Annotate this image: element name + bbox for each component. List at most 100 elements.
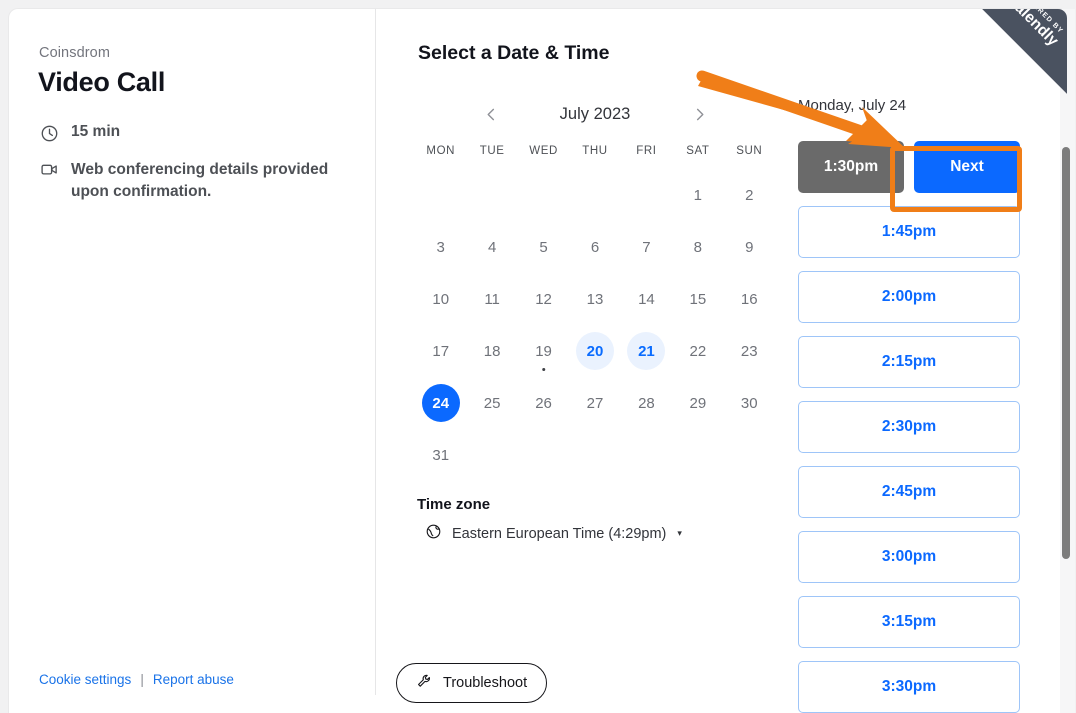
calendar-cell-empty	[518, 429, 569, 481]
time-slot-2-30pm[interactable]: 2:30pm	[798, 401, 1020, 453]
timezone-value: Eastern European Time (4:29pm)	[452, 525, 667, 542]
selected-time-slot[interactable]: 1:30pm	[798, 141, 904, 193]
calendar-day-27: 27	[576, 384, 614, 422]
calendar-weekday-wed: WED	[529, 145, 558, 157]
booking-card: Coinsdrom Video Call 15 min Web conferen…	[8, 8, 1068, 713]
calendar-day-31: 31	[422, 436, 460, 474]
calendar-cell: 21	[621, 325, 672, 377]
timezone-title: Time zone	[417, 496, 491, 513]
calendar-day-11: 11	[473, 280, 511, 318]
calendar-cell: 3	[415, 221, 466, 273]
calendar-day-29: 29	[679, 384, 717, 422]
page-scrollbar-track[interactable]	[1060, 9, 1075, 713]
time-slot-1-45pm[interactable]: 1:45pm	[798, 206, 1020, 258]
selected-slot-row: 1:30pm Next	[798, 141, 1020, 193]
event-details-sidebar: Coinsdrom Video Call 15 min Web conferen…	[9, 9, 376, 695]
prev-month-button[interactable]	[478, 101, 504, 127]
calendar-cell: 25	[466, 377, 517, 429]
report-abuse-link[interactable]: Report abuse	[153, 672, 234, 687]
calendar-cell: 23	[724, 325, 775, 377]
today-indicator-dot	[541, 367, 546, 371]
calendar-cell: 1	[672, 169, 723, 221]
calendar-weekday-sat: SAT	[686, 145, 710, 157]
time-slot-3-15pm[interactable]: 3:15pm	[798, 596, 1020, 648]
calendar-day-23: 23	[730, 332, 768, 370]
calendar-cell: 10	[415, 273, 466, 325]
calendar-day-18: 18	[473, 332, 511, 370]
calendar-header: July 2023	[415, 97, 775, 131]
calendar-cell: 30	[724, 377, 775, 429]
calendar-cell: 31	[415, 429, 466, 481]
calendar-day-5: 5	[525, 228, 563, 266]
calendar-day-8: 8	[679, 228, 717, 266]
calendar-cell: 6	[569, 221, 620, 273]
cookie-settings-link[interactable]: Cookie settings	[39, 672, 131, 687]
calendar-day-2: 2	[730, 176, 768, 214]
calendar-day-26: 26	[525, 384, 563, 422]
calendar-day-21[interactable]: 21	[627, 332, 666, 370]
footer-separator: |	[140, 672, 144, 687]
calendar-day-12: 12	[525, 280, 563, 318]
troubleshoot-button[interactable]: Troubleshoot	[396, 663, 548, 703]
chevron-down-icon: ▾	[677, 528, 682, 538]
calendar-cell: 18	[466, 325, 517, 377]
time-slot-row: 1:45pm	[798, 206, 1020, 258]
time-slot-2-45pm[interactable]: 2:45pm	[798, 466, 1020, 518]
calendar-day-10: 10	[422, 280, 460, 318]
event-duration-label: 15 min	[71, 123, 121, 140]
page-title: Select a Date & Time	[418, 42, 610, 64]
video-camera-icon	[40, 160, 59, 179]
calendar-cell: 7	[621, 221, 672, 273]
timezone-selector[interactable]: Eastern European Time (4:29pm) ▾	[425, 523, 682, 544]
calendar-cell: 12	[518, 273, 569, 325]
time-slot-row: 3:15pm	[798, 596, 1020, 648]
calendar-cell: 4	[466, 221, 517, 273]
calendar-cell: 27	[569, 377, 620, 429]
calendar-day-24[interactable]: 24	[421, 384, 460, 422]
calendar-day-7: 7	[627, 228, 665, 266]
calendar-weekday-mon: MON	[426, 145, 456, 157]
calendar-cell: 15	[672, 273, 723, 325]
event-title: Video Call	[38, 67, 166, 97]
chevron-left-icon	[487, 108, 494, 120]
calendar-day-17: 17	[422, 332, 460, 370]
calendly-booking-page: Coinsdrom Video Call 15 min Web conferen…	[0, 0, 1076, 713]
calendar-cell: 28	[621, 377, 672, 429]
calendar-day-30: 30	[730, 384, 768, 422]
calendar-cell-empty	[569, 429, 620, 481]
event-conferencing-label: Web conferencing details provided upon c…	[71, 161, 329, 200]
sidebar-footer-links: Cookie settings | Report abuse	[39, 672, 234, 687]
calendar-cell-empty	[518, 169, 569, 221]
calendar-cell: 2	[724, 169, 775, 221]
calendar-day-28: 28	[627, 384, 665, 422]
date-time-panel: Select a Date & Time July 2023 MON TUE WED…	[377, 9, 1067, 713]
event-duration: 15 min	[40, 123, 120, 143]
next-button[interactable]: Next	[914, 141, 1020, 193]
calendar-cell: 16	[724, 273, 775, 325]
time-slot-3-00pm[interactable]: 3:00pm	[798, 531, 1020, 583]
time-slot-list: 1:45pm 2:00pm 2:15pm 2:30pm 2:45pm 3:00pm 3:15…	[798, 206, 1020, 713]
time-slot-3-30pm[interactable]: 3:30pm	[798, 661, 1020, 713]
calendar-cell: 14	[621, 273, 672, 325]
calendar-cell-empty	[621, 429, 672, 481]
calendar-day-19: 19	[525, 332, 563, 370]
time-slot-2-00pm[interactable]: 2:00pm	[798, 271, 1020, 323]
time-slots-column: Monday, July 24 1:30pm Next 1:45pm 2:00pm…	[798, 97, 1020, 713]
time-slot-row: 2:15pm	[798, 336, 1020, 388]
calendar-day-13: 13	[576, 280, 614, 318]
calendar-cell-empty	[672, 429, 723, 481]
wrench-icon	[416, 673, 433, 694]
calendar-month-label: July 2023	[559, 104, 631, 123]
calendar-cell: 8	[672, 221, 723, 273]
calendar-day-20[interactable]: 20	[575, 332, 614, 370]
selected-date-heading: Monday, July 24	[798, 97, 907, 114]
calendar-cell-empty	[569, 169, 620, 221]
calendar-weekday-fri: FRI	[636, 145, 657, 157]
page-scrollbar-thumb[interactable]	[1062, 147, 1070, 559]
time-slot-row: 2:45pm	[798, 466, 1020, 518]
calendar-day-1: 1	[679, 176, 717, 214]
calendar-weekday-thu: THU	[582, 145, 608, 157]
next-month-button[interactable]	[686, 101, 712, 127]
time-slot-2-15pm[interactable]: 2:15pm	[798, 336, 1020, 388]
calendar-weekday-tue: TUE	[479, 145, 505, 157]
